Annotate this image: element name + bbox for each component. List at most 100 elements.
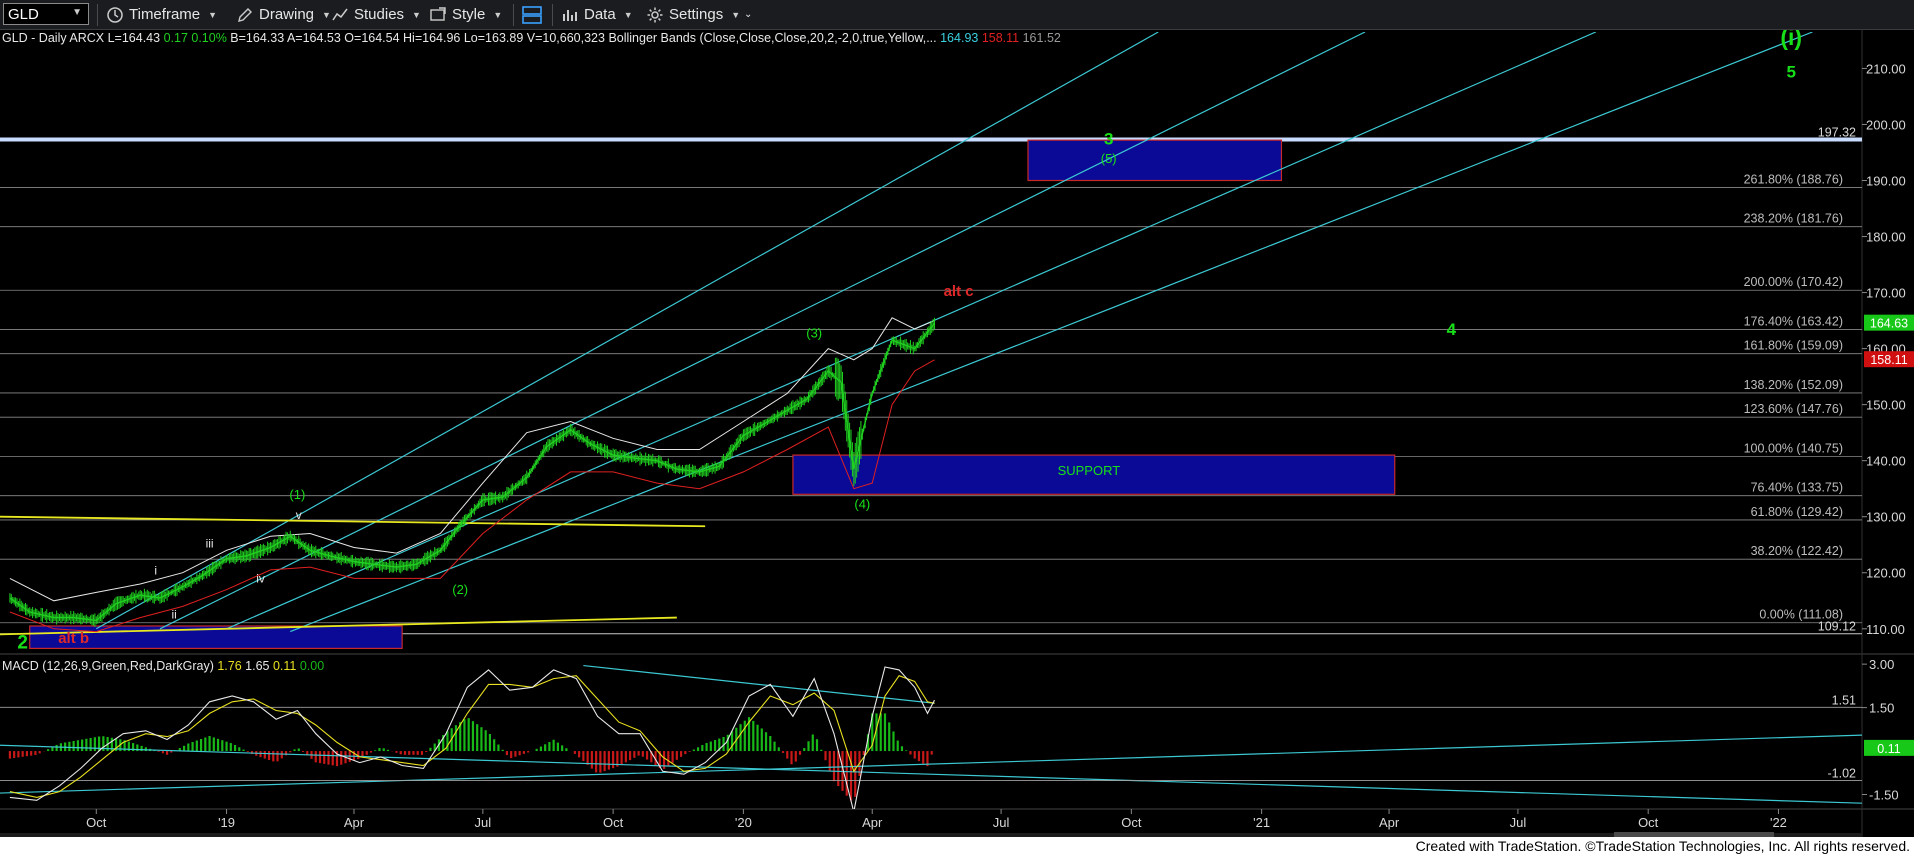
style-icon: [430, 6, 446, 21]
date-axis-label: Apr: [1379, 815, 1400, 830]
wave-label: alt c: [944, 283, 974, 300]
price-flag-label: 164.63: [1870, 317, 1908, 331]
data-label: Data: [584, 6, 616, 23]
date-axis-label: Oct: [1121, 815, 1142, 830]
date-axis-label: Jul: [1510, 815, 1527, 830]
macd-header-field: 0.11: [273, 659, 300, 673]
chevron-down-icon: ▼: [72, 7, 82, 18]
date-axis-label: '21: [1253, 815, 1270, 830]
chevron-down-icon: ▼: [623, 9, 633, 20]
wave-label: 3: [1104, 130, 1113, 149]
price-header-field: B=164.33: [230, 31, 287, 45]
price-axis-label: 140.00: [1866, 454, 1906, 469]
date-axis-label: '20: [735, 815, 752, 830]
gear-icon: [647, 7, 663, 22]
price-axis-label: 130.00: [1866, 510, 1906, 525]
chevron-down-icon: ▼: [208, 9, 218, 20]
date-axis-label: '22: [1770, 815, 1787, 830]
toolbar-overflow-icon[interactable]: ⌄: [744, 0, 752, 29]
price-header-field: L=164.43: [108, 31, 164, 45]
fib-label: 238.20% (181.76): [1744, 212, 1843, 226]
bar-chart-icon: [563, 9, 577, 21]
macd-header: MACD (12,26,9,Green,Red,DarkGray) 1.76 1…: [2, 659, 324, 673]
symbol-text: GLD: [8, 6, 39, 23]
layout-icon: [522, 5, 542, 24]
toolbar: GLD ▼ Timeframe ▼ Drawing ▼ Studies ▼ St…: [0, 0, 1914, 30]
date-axis-label: Apr: [344, 815, 365, 830]
price-header: GLD - Daily ARCX L=164.43 0.17 0.10% B=1…: [2, 31, 1061, 45]
macd-panel: [0, 664, 1862, 809]
wave-label: (1): [289, 487, 305, 502]
macd-value-flag-label: 0.11: [1877, 742, 1900, 756]
date-axis-label: Apr: [862, 815, 883, 830]
macd-level-label: 1.51: [1832, 693, 1856, 707]
macd-trend-line: [0, 734, 1862, 794]
clock-icon: [107, 6, 123, 23]
price-header-field: 158.11: [982, 31, 1023, 45]
settings-menu[interactable]: Settings ▼: [646, 0, 740, 29]
price-axis-label: 170.00: [1866, 286, 1906, 301]
wave-label: v: [296, 508, 302, 522]
horizontal-level-label: 109.12: [1818, 620, 1856, 634]
toolbar-separator: [97, 4, 98, 26]
price-header-field: 164.93: [940, 31, 982, 45]
channel-line: [95, 32, 1159, 630]
chart-canvas[interactable]: 0.00% (111.08)38.20% (122.42)61.80% (129…: [0, 30, 1914, 837]
wave-label: iii: [206, 537, 214, 551]
wave-label: 4: [1447, 320, 1457, 339]
channel-line: [159, 32, 1366, 630]
macd-axis-label: -1.50: [1869, 788, 1899, 803]
studies-menu[interactable]: Studies ▼: [331, 0, 421, 29]
price-header-field: Bollinger Bands (Close,Close,Close,20,2,…: [608, 31, 940, 45]
zone-box: [1027, 139, 1283, 182]
toolbar-separator: [552, 4, 553, 26]
macd-trend-line: [583, 664, 935, 704]
channel-line: [290, 32, 1813, 633]
fib-label: 61.80% (129.42): [1751, 505, 1843, 519]
price-header-field: 0.10%: [191, 31, 230, 45]
date-axis-label: Oct: [86, 815, 107, 830]
wave-label: (5): [1101, 151, 1117, 166]
fib-label: 76.40% (133.75): [1751, 481, 1843, 495]
price-axis-label: 110.00: [1866, 622, 1905, 637]
chart-area[interactable]: 0.00% (111.08) 38.20% (122.42) 61.80% (129…: [0, 30, 1914, 837]
price-axis-label: 180.00: [1866, 230, 1906, 245]
date-axis-label: Jul: [475, 815, 492, 830]
fib-label: 123.60% (147.76): [1744, 402, 1843, 416]
wave-label: (i): [1780, 30, 1802, 50]
fib-label: 138.20% (152.09): [1744, 378, 1843, 392]
studies-label: Studies: [354, 6, 405, 23]
symbol-input[interactable]: GLD ▼: [3, 3, 89, 25]
drawing-menu[interactable]: Drawing ▼: [236, 0, 331, 29]
price-header-field: 0.17: [164, 31, 192, 45]
price-header-field: GLD - Daily: [2, 31, 69, 45]
price-axis-label: 200.00: [1866, 117, 1906, 132]
style-menu[interactable]: Style ▼: [429, 0, 502, 29]
price-header-field: Lo=163.89: [464, 31, 527, 45]
timeframe-menu[interactable]: Timeframe ▼: [106, 0, 217, 29]
wave-label: iv: [256, 571, 265, 585]
wave-label: (4): [854, 496, 870, 511]
footer: Created with TradeStation. ©TradeStation…: [0, 837, 1914, 856]
chevron-down-icon: ▼: [731, 9, 741, 20]
price-header-field: V=10,660,323: [527, 31, 609, 45]
triangle-line: [0, 515, 706, 528]
fib-label: 100.00% (140.75): [1744, 441, 1843, 455]
chevron-down-icon: ▼: [412, 9, 421, 20]
chevron-down-icon: ▼: [322, 9, 331, 20]
date-axis-label: Oct: [603, 815, 624, 830]
data-menu[interactable]: Data ▼: [561, 0, 633, 29]
date-axis-label: Jul: [993, 815, 1010, 830]
price-header-field: ARCX: [69, 31, 107, 45]
studies-icon: [332, 8, 348, 20]
fib-levels: [0, 187, 1862, 624]
macd-axis-label: 3.00: [1869, 657, 1894, 672]
price-axis-label: 120.00: [1866, 566, 1906, 581]
price-axis-label: 190.00: [1866, 173, 1906, 188]
price-axis-label: 150.00: [1866, 398, 1906, 413]
fib-label: 38.20% (122.42): [1751, 544, 1843, 558]
price-axis-label: 210.00: [1866, 61, 1906, 76]
wave-label: alt b: [58, 630, 89, 647]
layout-button[interactable]: [521, 0, 543, 29]
price-header-field: A=164.53: [287, 31, 344, 45]
